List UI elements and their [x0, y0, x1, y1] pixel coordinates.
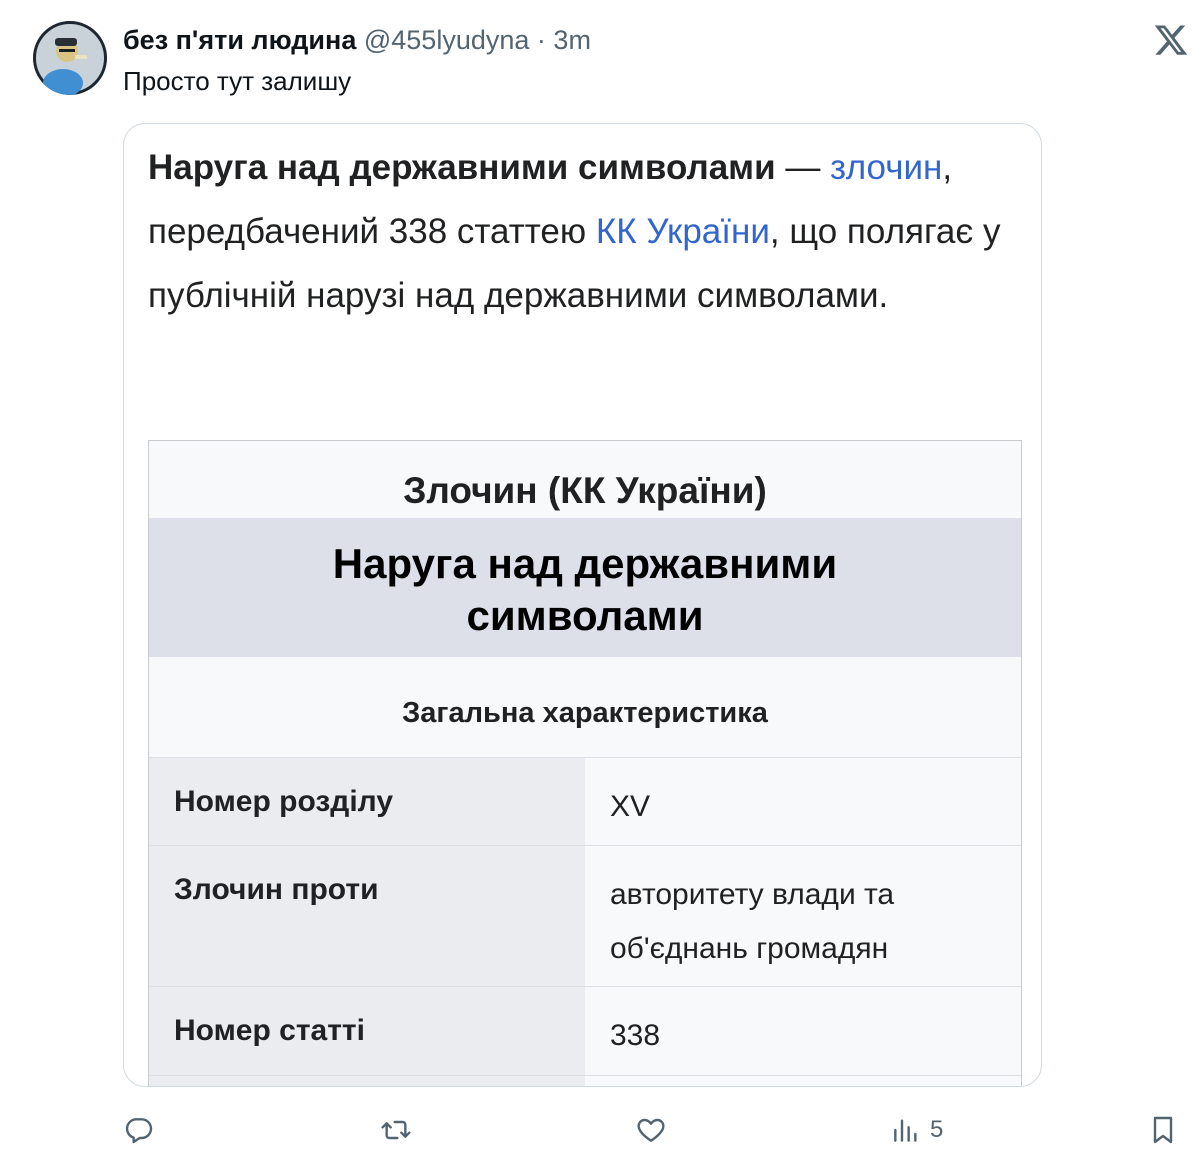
bookmark-icon [1153, 1116, 1173, 1144]
retweet-icon [381, 1120, 411, 1140]
infobox-row-value: 338 [585, 987, 1021, 1075]
author-name[interactable]: без п'яти людина [123, 25, 356, 55]
retweet-button[interactable] [380, 1108, 412, 1152]
infobox-section-header: Загальна характеристика [149, 657, 1021, 758]
link-criminal-code[interactable]: КК України [596, 212, 770, 251]
infobox-row-value [585, 1076, 1021, 1086]
infobox-value-line2: об'єднань громадян [610, 932, 889, 965]
link-crime[interactable]: злочин [830, 148, 942, 187]
like-button[interactable] [635, 1108, 667, 1152]
tweet-actions: 5 [0, 1108, 1200, 1152]
infobox-row-label: Номер розділу [149, 758, 585, 845]
infobox-row-value: XV [585, 758, 1021, 845]
infobox-row [149, 1076, 1021, 1086]
infobox-name-line1: Наруга над державними [332, 540, 838, 587]
separator-dot: · [536, 25, 546, 55]
infobox: Злочин (КК України) Наруга над державним… [148, 440, 1022, 1086]
lead-comma: , [942, 148, 953, 187]
avatar[interactable] [33, 21, 107, 95]
views-button[interactable]: 5 [890, 1108, 943, 1152]
lead-dash: — [775, 148, 831, 187]
heart-icon [637, 1118, 665, 1142]
reply-button[interactable] [123, 1108, 155, 1152]
tweet-header: без п'яти людина @455lyudyna · 3m [123, 22, 591, 58]
embedded-image-card[interactable]: Наруга над державними символами — злочин… [123, 123, 1042, 1087]
author-handle[interactable]: @455lyudyna [364, 25, 530, 55]
infobox-row: Злочин проти авторитету влади та об'єдна… [149, 846, 1021, 987]
infobox-row-label: Злочин проти [149, 846, 585, 986]
infobox-row: Номер статті 338 [149, 987, 1021, 1076]
views-count: 5 [930, 1116, 944, 1143]
lead-text-a: передбачений 338 статтею [148, 212, 596, 251]
infobox-name: Наруга над державними символами [149, 518, 1021, 657]
x-logo-icon[interactable] [1153, 22, 1189, 58]
infobox-row: Номер розділу XV [149, 758, 1021, 846]
infobox-row-label [149, 1076, 585, 1086]
article-lead: Наруга над державними символами — злочин… [148, 136, 1028, 328]
reply-icon [125, 1118, 153, 1144]
infobox-row-label: Номер статті [149, 987, 585, 1075]
views-icon [894, 1119, 917, 1142]
bookmark-button[interactable] [1147, 1108, 1179, 1152]
infobox-name-line2: символами [466, 592, 704, 639]
avatar-image [33, 21, 107, 95]
infobox-title: Злочин (КК України) [403, 470, 767, 511]
tweet-text: Просто тут залишу [123, 66, 352, 96]
infobox-row-value: авторитету влади та об'єднань громадян [585, 846, 1021, 986]
lead-term: Наруга над державними символами [148, 148, 776, 187]
infobox-value-line1: авторитету влади та [610, 878, 895, 911]
tweet-time[interactable]: 3m [553, 25, 591, 55]
